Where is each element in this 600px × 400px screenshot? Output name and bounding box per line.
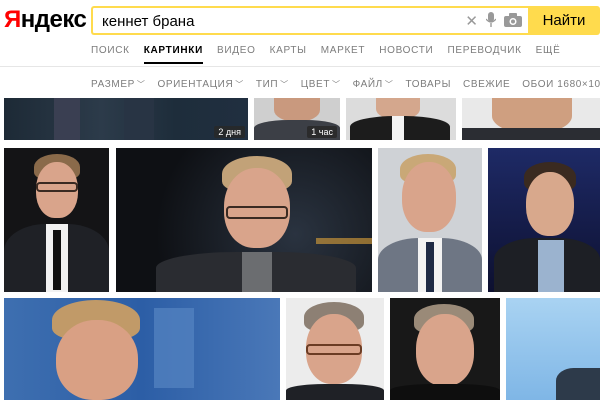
filter-products[interactable]: ТОВАРЫ xyxy=(405,79,451,90)
chevron-down-icon: ﹀ xyxy=(384,80,394,89)
figure xyxy=(556,368,600,400)
image-result[interactable]: 1 час xyxy=(254,98,340,140)
tab-images[interactable]: КАРТИНКИ xyxy=(143,45,204,64)
background-light xyxy=(316,238,372,244)
filter-orientation[interactable]: ОРИЕНТАЦИЯ ﹀ xyxy=(157,79,243,90)
yandex-logo[interactable]: Яндекс xyxy=(4,6,87,34)
image-result[interactable] xyxy=(462,98,600,140)
face xyxy=(526,172,574,236)
filter-type-label: ТИП xyxy=(255,79,279,90)
background-panel xyxy=(154,308,194,388)
search-icons: ✕ xyxy=(465,12,522,31)
image-result[interactable] xyxy=(4,148,109,292)
figure xyxy=(54,98,80,140)
tab-translator[interactable]: ПЕРЕВОДЧИК xyxy=(447,45,521,56)
glasses xyxy=(226,206,288,219)
tab-market[interactable]: МАРКЕТ xyxy=(321,45,365,56)
age-badge: 1 час xyxy=(307,126,337,138)
filter-size[interactable]: РАЗМЕР ﹀ xyxy=(91,79,145,90)
filter-color-label: ЦВЕТ xyxy=(300,79,331,90)
image-result[interactable] xyxy=(378,148,482,292)
suit xyxy=(390,384,500,400)
filter-color[interactable]: ЦВЕТ ﹀ xyxy=(301,79,341,90)
search-input[interactable]: кеннет брана xyxy=(102,13,194,30)
figure xyxy=(124,98,154,140)
tie xyxy=(426,242,434,292)
tab-news[interactable]: НОВОСТИ xyxy=(379,45,433,56)
suit xyxy=(462,128,600,140)
image-result[interactable] xyxy=(4,298,280,400)
tie xyxy=(53,230,61,290)
filter-fresh[interactable]: СВЕЖИЕ xyxy=(463,79,510,90)
image-result[interactable] xyxy=(116,148,372,292)
filter-wallpapers[interactable]: ОБОИ 1680×1050 xyxy=(522,79,600,90)
chevron-down-icon: ﹀ xyxy=(136,80,146,89)
filter-bar: РАЗМЕР ﹀ ОРИЕНТАЦИЯ ﹀ ТИП ﹀ ЦВЕТ ﹀ ФАЙЛ ﹀ ТОВ… xyxy=(91,79,600,90)
tab-maps[interactable]: КАРТЫ xyxy=(270,45,307,56)
shirt xyxy=(392,116,404,140)
close-icon[interactable]: ✕ xyxy=(465,13,478,30)
find-button[interactable]: Найти xyxy=(528,6,600,35)
tab-video[interactable]: ВИДЕО xyxy=(217,45,256,56)
chevron-down-icon: ﹀ xyxy=(332,80,341,89)
shirt xyxy=(242,252,272,292)
image-result[interactable] xyxy=(390,298,500,400)
image-result[interactable] xyxy=(346,98,456,140)
image-result[interactable]: 2 дня xyxy=(4,98,248,140)
age-badge: 2 дня xyxy=(214,126,245,138)
search-box[interactable]: кеннет брана ✕ xyxy=(91,6,528,35)
microphone-icon[interactable] xyxy=(485,12,497,31)
face xyxy=(416,314,474,386)
tab-more[interactable]: ЕЩЁ xyxy=(536,45,561,56)
face xyxy=(402,162,456,232)
filter-file[interactable]: ФАЙЛ ﹀ xyxy=(353,79,394,90)
image-result[interactable] xyxy=(286,298,384,400)
filter-size-label: РАЗМЕР xyxy=(91,79,135,90)
image-result[interactable] xyxy=(506,298,600,400)
glasses xyxy=(36,182,78,192)
face xyxy=(274,98,320,122)
logo-first-letter: Я xyxy=(4,6,21,33)
nav-tabs: ПОИСК КАРТИНКИ ВИДЕО КАРТЫ МАРКЕТ НОВОСТ… xyxy=(91,45,561,64)
camera-icon[interactable] xyxy=(504,12,522,31)
tab-search[interactable]: ПОИСК xyxy=(91,45,130,56)
chevron-down-icon: ﹀ xyxy=(280,80,289,89)
filter-type[interactable]: ТИП ﹀ xyxy=(256,79,289,90)
chevron-down-icon: ﹀ xyxy=(235,80,244,89)
logo-rest: ндекс xyxy=(20,6,87,33)
filter-orientation-label: ОРИЕНТАЦИЯ xyxy=(157,79,234,90)
header-divider xyxy=(0,66,600,67)
glasses xyxy=(306,344,362,355)
suit xyxy=(286,384,384,400)
filter-file-label: ФАЙЛ xyxy=(352,79,383,90)
shirt xyxy=(538,240,564,292)
face xyxy=(56,320,138,400)
image-result[interactable] xyxy=(488,148,600,292)
